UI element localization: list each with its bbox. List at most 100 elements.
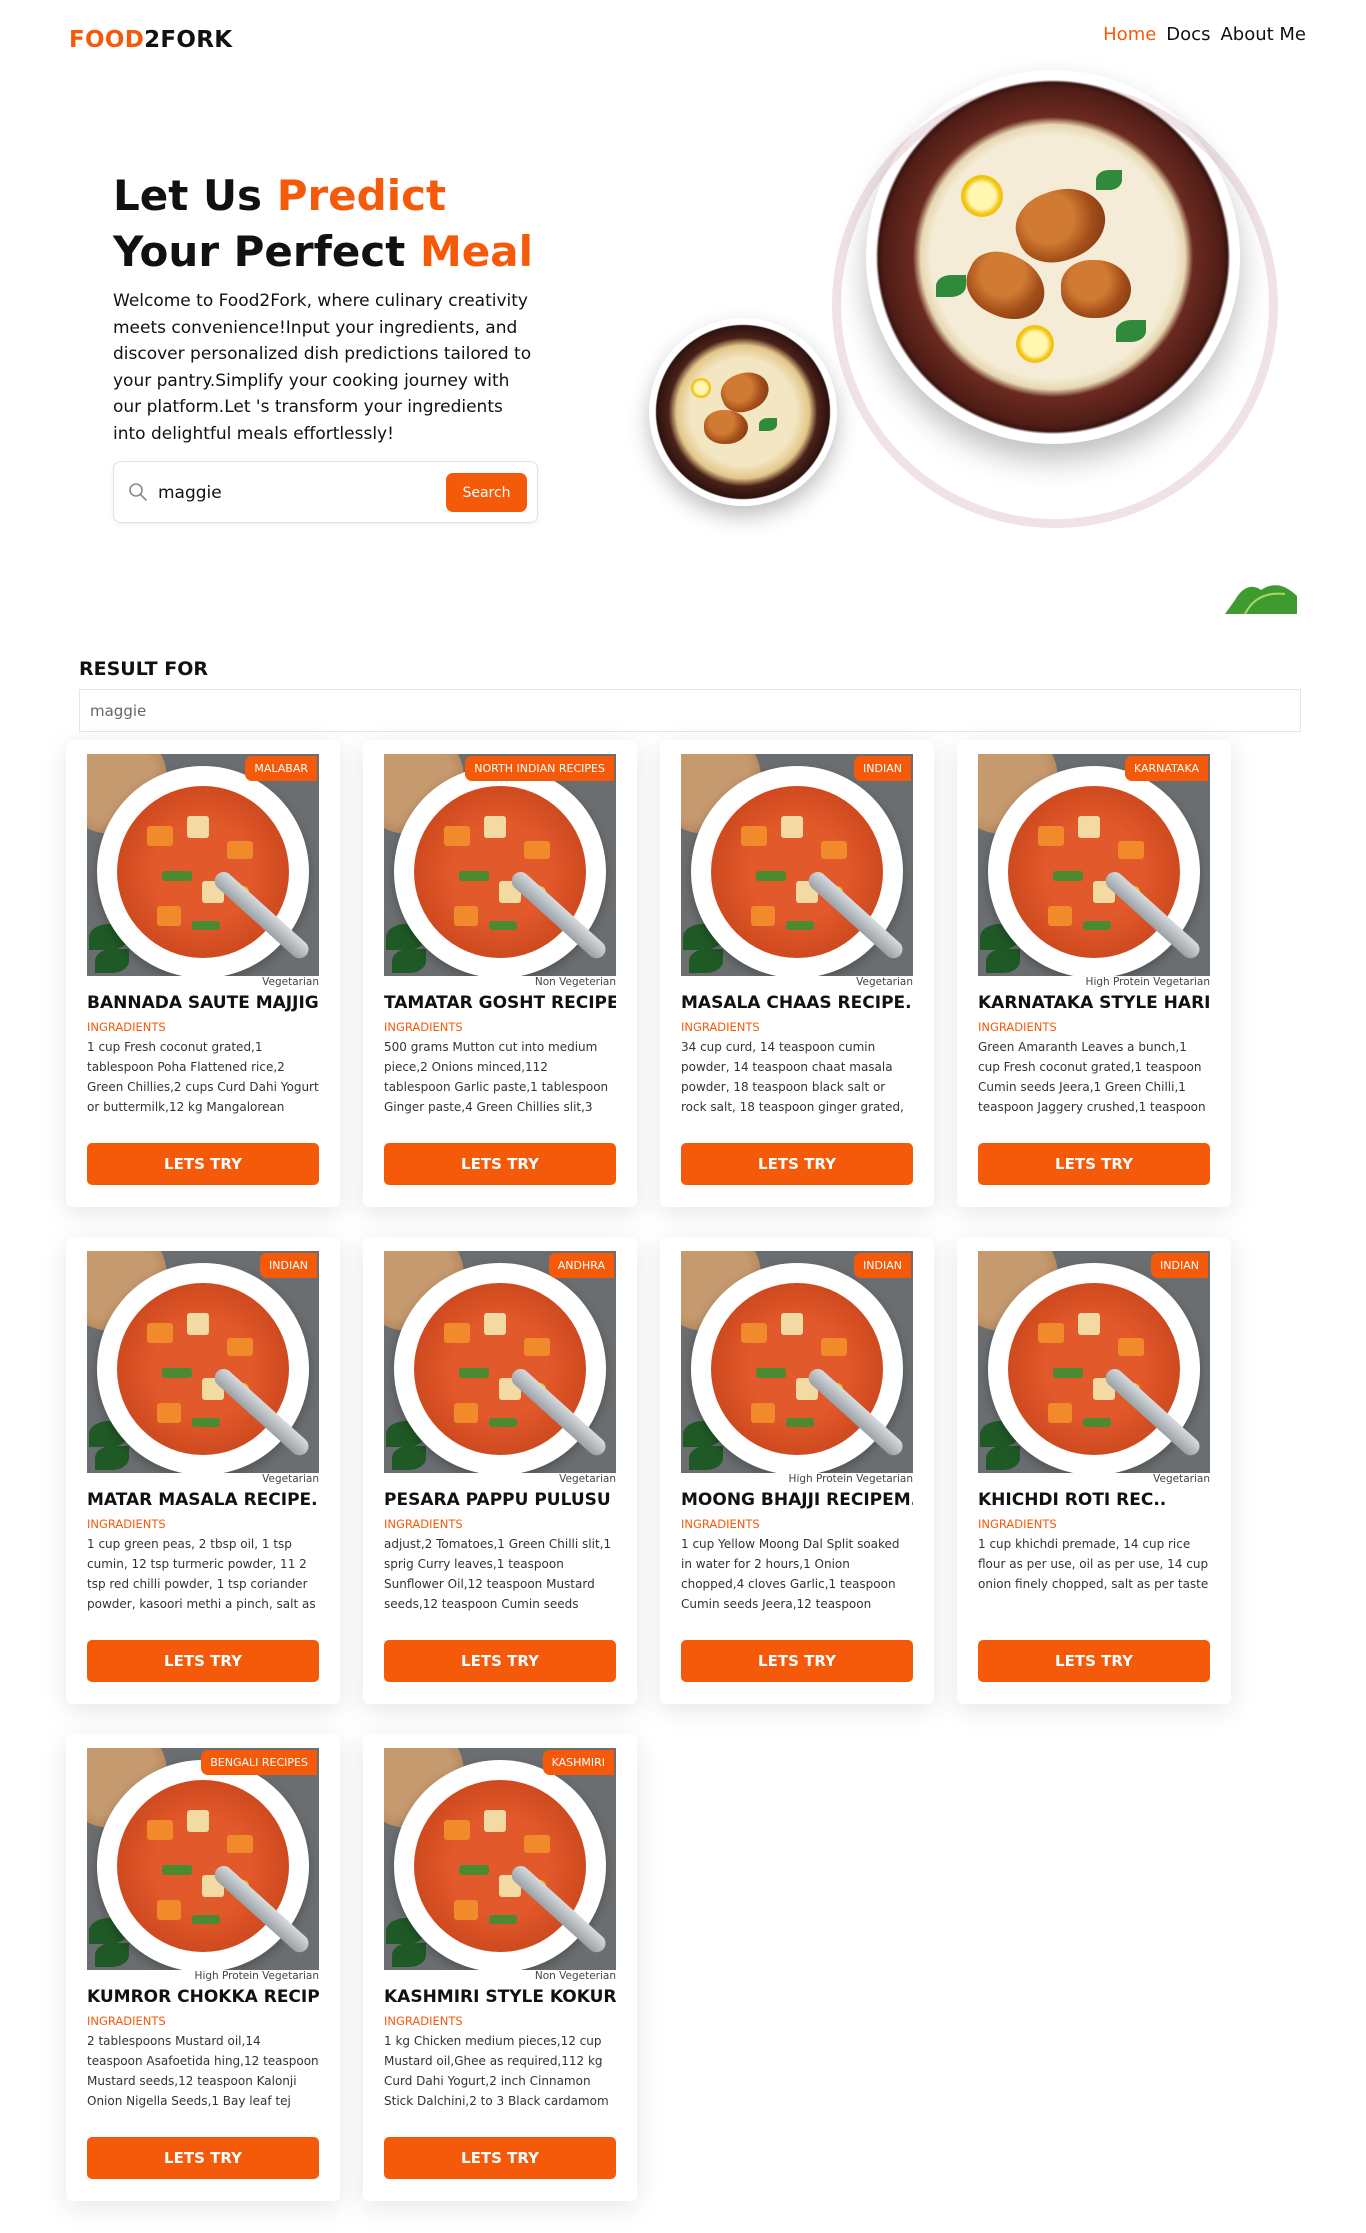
carrot-piece <box>157 1403 181 1423</box>
bean-piece <box>1053 1368 1083 1378</box>
diet-label: High Protein Vegetarian <box>788 1473 913 1485</box>
lets-try-button[interactable]: LETS TRY <box>384 2137 616 2179</box>
curry-bowl <box>691 1263 903 1473</box>
mint-leaf <box>936 275 966 297</box>
ingredients-text: Green Amaranth Leaves a bunch,1 cup Fres… <box>978 1040 1206 1114</box>
top-nav: FOOD2FORK Home Docs About Me <box>0 0 1366 80</box>
lets-try-button[interactable]: LETS TRY <box>384 1143 616 1185</box>
bean-piece <box>756 871 786 881</box>
ingredients-heading: INGRADIENTS <box>87 1517 166 1531</box>
potato-piece <box>187 1810 209 1832</box>
carrot-piece <box>454 1900 478 1920</box>
lets-try-button[interactable]: LETS TRY <box>87 1143 319 1185</box>
chicken-piece <box>1006 176 1116 274</box>
carrot-piece <box>821 841 847 859</box>
lets-try-button[interactable]: LETS TRY <box>978 1640 1210 1682</box>
ingredients-text: 1 cup Yellow Moong Dal Split soaked in w… <box>681 1537 900 1611</box>
hero-title-line2-plain: Your Perfect <box>113 227 420 276</box>
nav-about-link[interactable]: About Me <box>1220 24 1306 45</box>
lets-try-button[interactable]: LETS TRY <box>87 1640 319 1682</box>
potato-piece <box>187 1313 209 1335</box>
hero-title-line1: Let Us Predict <box>113 168 533 224</box>
carrot-piece <box>227 1835 253 1853</box>
hero-title: Let Us Predict Your Perfect Meal <box>113 168 533 280</box>
recipe-image: ANDHRA <box>384 1251 616 1473</box>
brand-logo-part2: 2FORK <box>144 27 233 53</box>
recipe-title: KHICHDI ROTI REC.. <box>978 1490 1167 1510</box>
diet-label: Vegetarian <box>559 1473 616 1485</box>
bean-piece <box>1083 921 1111 930</box>
bean-piece <box>489 1915 517 1924</box>
carrot-piece <box>1048 906 1072 926</box>
lemon-slice <box>961 175 1003 217</box>
bean-piece <box>459 1368 489 1378</box>
diet-label: Vegetarian <box>262 1473 319 1485</box>
search-button[interactable]: Search <box>446 473 527 512</box>
bean-piece <box>459 1865 489 1875</box>
recipe-title: TAMATAR GOSHT RECIPE.. <box>384 993 616 1013</box>
bean-piece <box>192 921 220 930</box>
carrot-piece <box>1118 841 1144 859</box>
herb-leaf <box>689 1446 723 1470</box>
nav-menu: Home Docs About Me <box>1103 24 1306 45</box>
result-query-field: maggie <box>79 689 1301 732</box>
cuisine-badge: INDIAN <box>854 1253 911 1278</box>
herb-leaf <box>392 1943 426 1967</box>
hero-title-line1-plain: Let Us <box>113 171 277 220</box>
lets-try-button[interactable]: LETS TRY <box>681 1143 913 1185</box>
recipe-title: KASHMIRI STYLE KOKUR.. <box>384 1987 616 2007</box>
mint-leaf <box>1096 170 1122 190</box>
search-icon <box>129 483 147 501</box>
recipe-title: KUMROR CHOKKA RECIPE.. <box>87 1987 319 2007</box>
herb-leaf <box>95 949 129 973</box>
curry-bowl <box>394 1263 606 1473</box>
carrot-piece <box>147 826 173 846</box>
search-input[interactable] <box>158 476 388 510</box>
mint-leaf <box>759 418 777 431</box>
diet-label: Vegetarian <box>1153 1473 1210 1485</box>
nav-docs-link[interactable]: Docs <box>1166 24 1210 45</box>
recipe-card: NORTH INDIAN RECIPES Non Vegeterian TAMATA… <box>363 740 637 1207</box>
lets-try-button[interactable]: LETS TRY <box>978 1143 1210 1185</box>
lets-try-button[interactable]: LETS TRY <box>87 2137 319 2179</box>
result-label: RESULT FOR <box>79 658 209 680</box>
carrot-piece <box>444 1820 470 1840</box>
carrot-piece <box>524 841 550 859</box>
ingredients-text: 1 cup green peas, 2 tbsp oil, 1 tsp cumi… <box>87 1537 316 1611</box>
search-bar: Search <box>113 461 538 523</box>
ingredients-heading: INGRADIENTS <box>384 1517 463 1531</box>
recipe-image: BENGALI RECIPES <box>87 1748 319 1970</box>
diet-label: Vegetarian <box>856 976 913 988</box>
carrot-piece <box>454 1403 478 1423</box>
recipe-image: KARNATAKA <box>978 754 1210 976</box>
recipe-image: MALABAR <box>87 754 319 976</box>
bean-piece <box>162 871 192 881</box>
carrot-piece <box>741 826 767 846</box>
brand-logo-part1: FOOD <box>69 27 145 53</box>
herb-leaf <box>392 1446 426 1470</box>
potato-piece <box>187 816 209 838</box>
bean-piece <box>489 921 517 930</box>
recipe-title: MATAR MASALA RECIPE.. <box>87 1490 319 1510</box>
recipe-image: INDIAN <box>978 1251 1210 1473</box>
chicken-piece <box>704 410 748 444</box>
carrot-piece <box>751 1403 775 1423</box>
brand-logo[interactable]: FOOD2FORK <box>69 27 232 53</box>
carrot-piece <box>444 1323 470 1343</box>
carrot-piece <box>157 906 181 926</box>
potato-piece <box>781 816 803 838</box>
lets-try-button[interactable]: LETS TRY <box>384 1640 616 1682</box>
lets-try-button[interactable]: LETS TRY <box>681 1640 913 1682</box>
nav-home-link[interactable]: Home <box>1103 24 1156 45</box>
chicken-piece <box>1061 260 1131 318</box>
bean-piece <box>162 1368 192 1378</box>
cuisine-badge: INDIAN <box>854 756 911 781</box>
recipe-card: MALABAR Vegetarian BANNADA SAUTE MAJJIG.. I… <box>66 740 340 1207</box>
ingredients-heading: INGRADIENTS <box>384 2014 463 2028</box>
carrot-piece <box>751 906 775 926</box>
carrot-piece <box>147 1820 173 1840</box>
hero-title-line2-accent: Meal <box>419 227 534 276</box>
diet-label: Non Vegeterian <box>534 1970 616 1982</box>
curry-bowl <box>394 1760 606 1970</box>
ingredients-heading: INGRADIENTS <box>681 1517 760 1531</box>
